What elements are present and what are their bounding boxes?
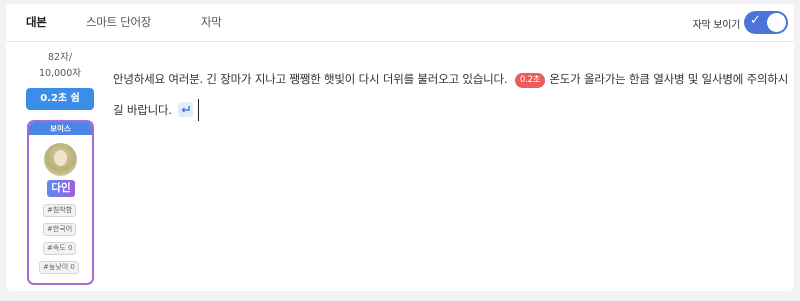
script-text[interactable]: 안녕하세요 여러분. 긴 장마가 지나고 쨍쨍한 햇빛이 다시 더위를 불러오고… — [113, 72, 508, 86]
voice-card[interactable]: 보이스 다인 #침착함 #한국어 #속도 0 #높낮이 0 — [27, 120, 94, 285]
voice-name: 다인 — [47, 180, 75, 197]
voice-tag: #높낮이 0 — [39, 261, 79, 274]
voice-avatar — [44, 143, 77, 176]
tab-bar: 대본 스마트 단어장 자막 자막 보이기 ✓ — [6, 4, 794, 42]
char-count: 82자/ 10,000자 — [26, 50, 94, 82]
check-icon: ✓ — [750, 13, 761, 28]
tab-subtitles[interactable]: 자막 — [201, 14, 222, 30]
pause-button[interactable]: 0.2초 쉼 — [26, 88, 94, 110]
tab-script[interactable]: 대본 — [26, 14, 47, 30]
pause-chip[interactable]: 0.2초 — [514, 73, 546, 88]
script-editor[interactable]: 안녕하세요 여러분. 긴 장마가 지나고 쨍쨍한 햇빛이 다시 더위를 불러오고… — [113, 64, 793, 126]
subtitle-toggle[interactable]: ✓ — [744, 11, 788, 34]
voice-tag: #속도 0 — [43, 242, 77, 255]
tab-smart-glossary[interactable]: 스마트 단어장 — [86, 14, 151, 30]
char-count-used: 82자/ — [47, 52, 73, 63]
editor-panel: 대본 스마트 단어장 자막 자막 보이기 ✓ 82자/ 10,000자 0.2초… — [6, 4, 794, 291]
char-count-limit: 10,000자 — [39, 68, 81, 79]
voice-tag: #침착함 — [43, 204, 77, 217]
return-arrow-icon[interactable] — [178, 102, 194, 117]
text-cursor — [198, 99, 200, 121]
avatar-face — [54, 150, 67, 166]
voice-card-header: 보이스 — [29, 122, 92, 135]
editor-frame: 대본 스마트 단어장 자막 자막 보이기 ✓ 82자/ 10,000자 0.2초… — [0, 0, 800, 301]
toggle-knob — [767, 13, 786, 32]
voice-tag: #한국어 — [43, 223, 77, 236]
subtitle-toggle-label: 자막 보이기 — [692, 20, 741, 31]
